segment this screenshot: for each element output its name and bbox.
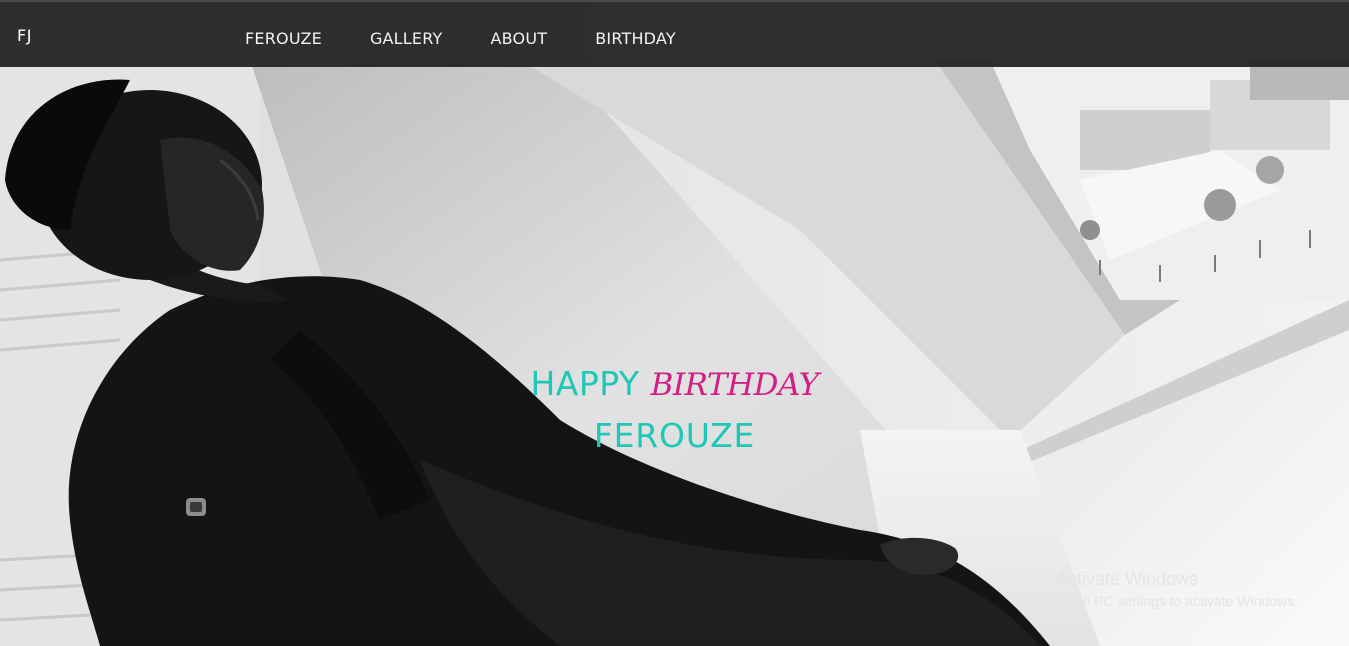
nav-item-birthday: BIRTHDAY — [595, 29, 676, 49]
headline-greeting: HAPPY BIRTHDAY — [0, 362, 1349, 407]
headline-word-happy: HAPPY — [530, 364, 640, 403]
page: FJ FEROUZE GALLERY ABOUT BIRTHDAY HAPPY … — [0, 0, 1349, 646]
nav-item-gallery: GALLERY — [370, 29, 443, 49]
nav-item-about: ABOUT — [491, 29, 548, 49]
nav-link-birthday[interactable]: BIRTHDAY — [595, 29, 676, 48]
hero-headline: HAPPY BIRTHDAY FEROUZE — [0, 362, 1349, 465]
nav-item-ferouze: FEROUZE — [245, 29, 322, 49]
top-navbar: FJ FEROUZE GALLERY ABOUT BIRTHDAY — [0, 0, 1349, 67]
brand-logo-link[interactable]: FJ — [17, 26, 32, 45]
watermark-title: Activate Windows — [1056, 569, 1199, 589]
nav-menu: FEROUZE GALLERY ABOUT BIRTHDAY — [245, 29, 724, 49]
headline-name: FEROUZE — [593, 416, 756, 455]
hero-background-photo — [0, 0, 1349, 646]
headline-word-birthday: BIRTHDAY — [650, 367, 819, 403]
windows-activation-watermark: Activate Windows Go to PC settings to ac… — [1056, 568, 1298, 612]
nav-link-gallery[interactable]: GALLERY — [370, 29, 443, 48]
nav-link-about[interactable]: ABOUT — [491, 29, 548, 48]
nav-link-ferouze[interactable]: FEROUZE — [245, 29, 322, 48]
watermark-subtitle: Go to PC settings to activate Windows. — [1056, 593, 1298, 609]
